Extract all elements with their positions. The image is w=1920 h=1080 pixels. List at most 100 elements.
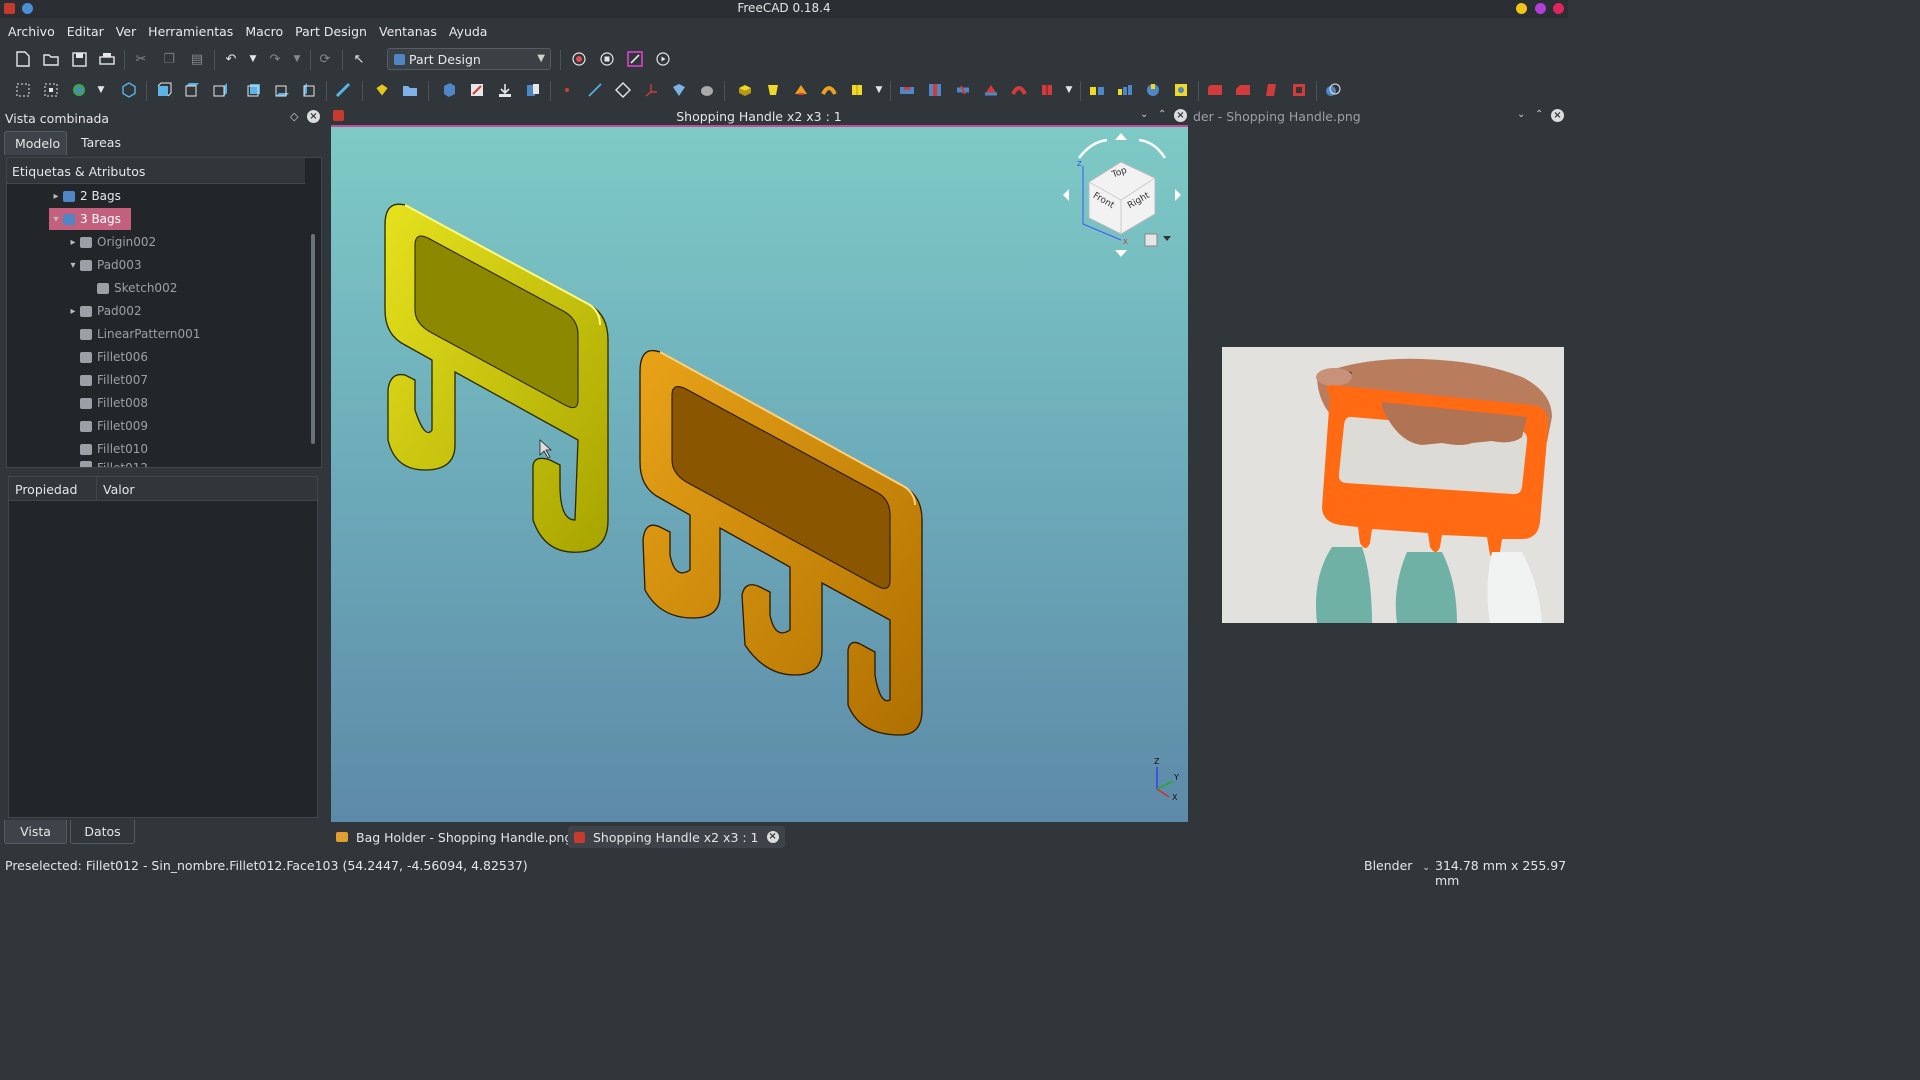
menu-herramientas[interactable]: Herramientas [142,24,239,39]
datum-line-icon[interactable] [586,81,604,99]
draw-style-dropdown-icon[interactable]: ▼ [92,81,110,99]
view-top-icon[interactable] [183,81,201,99]
box-select-icon[interactable] [14,81,32,99]
navigation-cube[interactable]: Top Front Right Z X [1061,130,1187,260]
polar-pattern-icon[interactable] [1144,81,1162,99]
draft-icon[interactable] [1262,81,1280,99]
datum-point-icon[interactable] [558,81,576,99]
macro-edit-icon[interactable] [626,50,644,68]
doc-tab-model[interactable]: Shopping Handle x2 x3 : 1 × [568,826,785,848]
groove-icon[interactable] [954,81,972,99]
cut-icon[interactable]: ✂ [132,50,150,68]
chevron-down-icon[interactable]: ⌄ [1517,109,1525,120]
boolean-icon[interactable] [1324,81,1342,99]
shape-binder-icon[interactable] [524,81,542,99]
view-bottom-icon[interactable] [273,81,291,99]
pad-icon[interactable] [736,81,754,99]
subshape-binder-icon[interactable] [670,81,688,99]
handle-2-bags[interactable] [384,203,609,553]
close-button[interactable] [1553,3,1564,14]
menu-macro[interactable]: Macro [239,24,289,39]
fillet-icon[interactable] [1206,81,1224,99]
additive-primitive-icon[interactable] [848,81,866,99]
menu-part-design[interactable]: Part Design [289,24,373,39]
expand-icon[interactable]: ▸ [49,191,63,202]
additive-loft-icon[interactable] [792,81,810,99]
view-front-icon[interactable] [155,81,173,99]
measure-icon[interactable] [334,81,352,99]
validate-sketch-icon[interactable] [496,81,514,99]
subtractive-pipe-icon[interactable] [1010,81,1028,99]
tab-modelo[interactable]: Modelo [4,131,67,155]
tree-item-3-bags[interactable]: ▾ 3 Bags [49,208,131,230]
save-icon[interactable] [70,50,88,68]
tree-scrollbar[interactable] [311,234,315,444]
tree-item-origin002[interactable]: ▸ Origin002 [66,231,156,253]
maximize-button[interactable] [1535,3,1546,14]
close-image-view-icon[interactable]: × [1551,109,1564,122]
collapse-icon[interactable]: ▾ [49,214,63,225]
draw-style-icon[interactable] [70,81,88,99]
create-body-icon[interactable] [440,81,458,99]
view-right-icon[interactable] [211,81,229,99]
copy-icon[interactable]: ❐ [160,50,178,68]
paste-icon[interactable]: ▤ [188,50,206,68]
tree-item-pad003[interactable]: ▾ Pad003 [66,254,141,276]
menu-ver[interactable]: Ver [110,24,142,39]
workbench-selector[interactable]: Part Design ▼ [387,48,551,70]
tab-datos[interactable]: Datos [70,820,135,844]
whats-this-icon[interactable]: ↖ [350,50,368,68]
macro-run-icon[interactable] [654,50,672,68]
tab-vista[interactable]: Vista [4,820,67,844]
chevron-up-icon[interactable]: ⌃ [1535,109,1543,120]
subtractive-primitive-dropdown-icon[interactable]: ▼ [1060,81,1078,99]
float-panel-icon[interactable]: ◇ [290,110,298,123]
tree-item-fillet010[interactable]: Fillet010 [66,438,148,460]
close-view-icon[interactable]: × [1174,109,1187,122]
open-icon[interactable] [42,50,60,68]
clone-icon[interactable] [698,81,716,99]
tree-item-sketch002[interactable]: Sketch002 [83,277,177,299]
navigation-style[interactable]: Blender ⌄ [1364,858,1430,873]
menu-editar[interactable]: Editar [61,24,110,39]
tree-item-linearpattern001[interactable]: LinearPattern001 [66,323,200,345]
undo-icon[interactable]: ↶ [222,50,240,68]
close-panel-icon[interactable]: × [307,110,320,123]
macro-record-icon[interactable] [570,50,588,68]
value-header[interactable]: Valor [97,477,317,501]
property-header[interactable]: Propiedad [9,477,97,501]
chamfer-icon[interactable] [1234,81,1252,99]
expand-icon[interactable]: ▸ [66,237,80,248]
tree-item-fillet008[interactable]: Fillet008 [66,392,148,414]
redo-icon[interactable]: ↷ [266,50,284,68]
additive-primitive-dropdown-icon[interactable]: ▼ [870,81,888,99]
model-render[interactable] [331,127,1188,822]
expand-icon[interactable]: ▸ [66,306,80,317]
mirrored-icon[interactable] [1088,81,1106,99]
print-icon[interactable] [98,50,116,68]
tree-item-fillet012[interactable]: Fillet012 [66,461,148,467]
subtractive-primitive-icon[interactable] [1038,81,1056,99]
redo-dropdown-icon[interactable]: ▼ [288,50,306,68]
tree-item-fillet006[interactable]: Fillet006 [66,346,148,368]
create-sketch-icon[interactable] [468,81,486,99]
refresh-icon[interactable]: ⟳ [316,50,334,68]
minimize-button[interactable] [1516,3,1527,14]
view-isometric-icon[interactable] [120,81,138,99]
tree-item-fillet007[interactable]: Fillet007 [66,369,148,391]
fit-selection-icon[interactable] [42,81,60,99]
hole-icon[interactable] [926,81,944,99]
pocket-icon[interactable] [898,81,916,99]
tree-item-pad002[interactable]: ▸ Pad002 [66,300,141,322]
multi-transform-icon[interactable] [1172,81,1190,99]
subtractive-loft-icon[interactable] [982,81,1000,99]
reference-photo[interactable] [1222,347,1564,623]
create-part-icon[interactable] [373,81,391,99]
view-rear-icon[interactable] [245,81,263,99]
additive-pipe-icon[interactable] [820,81,838,99]
handle-3-bags[interactable] [639,349,923,736]
local-cs-icon[interactable] [642,81,660,99]
thickness-icon[interactable] [1290,81,1308,99]
new-document-icon[interactable] [14,50,32,68]
revolution-icon[interactable] [764,81,782,99]
